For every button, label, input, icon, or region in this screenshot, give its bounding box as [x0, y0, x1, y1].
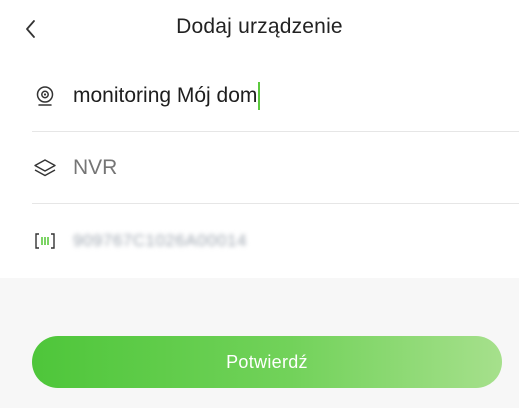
layers-icon — [33, 156, 57, 180]
camera-icon — [33, 84, 57, 108]
device-name-field[interactable]: monitoring Mój dom — [73, 80, 261, 112]
header: Dodaj urządzenie — [0, 0, 519, 60]
page-title: Dodaj urządzenie — [176, 15, 343, 38]
device-type-input[interactable] — [73, 152, 499, 184]
add-device-screen: Dodaj urządzenie monitoring Mój dom NVR … — [0, 0, 519, 408]
divider — [32, 203, 519, 204]
device-name-value: monitoring Mój dom — [73, 84, 258, 107]
device-name-row[interactable]: monitoring Mój dom — [0, 60, 519, 132]
device-form: monitoring Mój dom NVR 909767C1026A00014 — [0, 60, 519, 278]
device-type-row[interactable] — [0, 132, 519, 204]
text-caret — [258, 82, 261, 110]
confirm-button[interactable]: Potwierdź — [32, 336, 502, 388]
barcode-icon — [33, 229, 57, 253]
serial-number-value: 909767C1026A00014 — [73, 231, 247, 250]
serial-row[interactable]: 909767C1026A00014 — [0, 205, 519, 277]
